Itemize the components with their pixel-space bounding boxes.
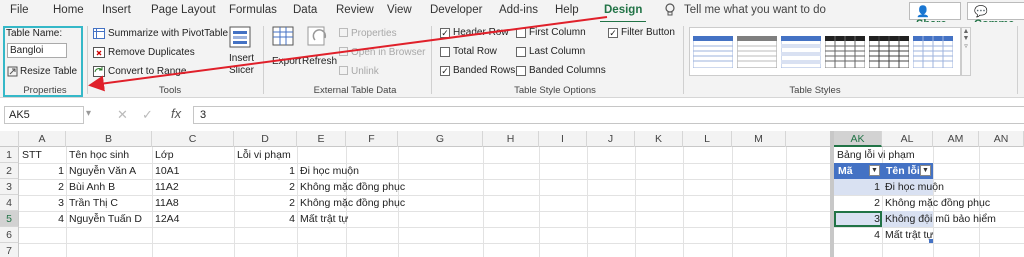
- cell-d2[interactable]: 1: [234, 163, 297, 179]
- select-all-corner[interactable]: [0, 131, 19, 147]
- cell-al3[interactable]: Đi học muộn: [883, 179, 946, 195]
- cell-e4[interactable]: Không mặc đồng phục: [298, 195, 407, 211]
- cell-d4[interactable]: 2: [234, 195, 297, 211]
- gridline: [786, 147, 787, 257]
- col-header-c[interactable]: C: [152, 131, 234, 147]
- cell-al5[interactable]: Không đội mũ bảo hiểm: [883, 211, 998, 227]
- cell-d3[interactable]: 2: [234, 179, 297, 195]
- col-header-l[interactable]: L: [683, 131, 732, 147]
- name-box[interactable]: AK5: [4, 106, 84, 124]
- cell-c1[interactable]: Lớp: [153, 147, 176, 163]
- worksheet-grid: A B C D E F G H I J K L M AK AL AM AN 1 …: [0, 131, 1024, 257]
- cell-ak4[interactable]: 2: [834, 195, 882, 211]
- row-header-3[interactable]: 3: [0, 179, 19, 195]
- cell-ak6[interactable]: 4: [834, 227, 882, 243]
- cell-a5[interactable]: 4: [19, 211, 66, 227]
- filter-dropdown-icon[interactable]: ▼: [920, 165, 931, 176]
- col-header-an[interactable]: AN: [979, 131, 1024, 147]
- gridline: [483, 147, 484, 257]
- cell-d5[interactable]: 4: [234, 211, 297, 227]
- gridline: [587, 147, 588, 257]
- cell-c3[interactable]: 11A2: [153, 179, 181, 195]
- excel-window: File Home Insert Page Layout Formulas Da…: [0, 0, 1024, 257]
- cell-a2[interactable]: 1: [19, 163, 66, 179]
- enter-icon[interactable]: ✓: [142, 107, 153, 123]
- col-header-al[interactable]: AL: [882, 131, 933, 147]
- cell-a3[interactable]: 2: [19, 179, 66, 195]
- gridline: [683, 147, 684, 257]
- col-header-k[interactable]: K: [635, 131, 683, 147]
- lookup-header-ma[interactable]: Mã ▼: [834, 163, 882, 179]
- cell-b5[interactable]: Nguyễn Tuấn D: [67, 211, 144, 227]
- col-header-a[interactable]: A: [19, 131, 66, 147]
- gridline: [635, 147, 636, 257]
- filter-dropdown-icon[interactable]: ▼: [869, 165, 880, 176]
- cell-b3[interactable]: Bùi Anh B: [67, 179, 117, 195]
- cell-c5[interactable]: 12A4: [153, 211, 182, 227]
- col-header-i[interactable]: I: [539, 131, 587, 147]
- cell-a1[interactable]: STT: [20, 147, 44, 163]
- cell-ak5[interactable]: 3: [834, 211, 882, 227]
- col-header-am[interactable]: AM: [933, 131, 979, 147]
- row-header-6[interactable]: 6: [0, 227, 19, 243]
- lookup-header-ma-label: Mã: [838, 165, 853, 177]
- row-header-7[interactable]: 7: [0, 243, 19, 257]
- row-header-1[interactable]: 1: [0, 147, 19, 163]
- cell-b2[interactable]: Nguyễn Văn A: [67, 163, 138, 179]
- row-header-4[interactable]: 4: [0, 195, 19, 211]
- cell-c2[interactable]: 10A1: [153, 163, 182, 179]
- row-header-2[interactable]: 2: [0, 163, 19, 179]
- cell-ak3[interactable]: 1: [834, 179, 882, 195]
- insert-function-icon[interactable]: fx: [171, 106, 181, 121]
- table-resize-handle[interactable]: [929, 239, 933, 243]
- gridline: [732, 147, 733, 257]
- name-box-dropdown-icon[interactable]: ▾: [86, 108, 91, 119]
- cell-b4[interactable]: Trần Thị C: [67, 195, 120, 211]
- col-header-e[interactable]: E: [297, 131, 346, 147]
- cell-b1[interactable]: Tên học sinh: [67, 147, 131, 163]
- formula-input[interactable]: 3: [193, 106, 1024, 124]
- gridline: [539, 147, 540, 257]
- col-header-d[interactable]: D: [234, 131, 297, 147]
- cell-a4[interactable]: 3: [19, 195, 66, 211]
- cell-al4[interactable]: Không mặc đồng phục: [883, 195, 992, 211]
- col-header-f[interactable]: F: [346, 131, 398, 147]
- col-header-ak[interactable]: AK: [834, 131, 882, 147]
- formula-controls: ✕ ✓ fx: [92, 106, 192, 124]
- cell-c4[interactable]: 11A8: [153, 195, 181, 211]
- lookup-header-ten-label: Tên lỗi: [886, 165, 920, 177]
- cancel-icon[interactable]: ✕: [117, 107, 128, 123]
- col-header-h[interactable]: H: [483, 131, 539, 147]
- col-header-g[interactable]: G: [398, 131, 483, 147]
- formula-bar: AK5 ▾ ✕ ✓ fx 3: [0, 101, 1024, 127]
- gridline: [19, 243, 1024, 244]
- col-header-j[interactable]: J: [587, 131, 635, 147]
- cell-e3[interactable]: Không mặc đồng phục: [298, 179, 407, 195]
- cell-e2[interactable]: Đi học muộn: [298, 163, 361, 179]
- cell-ak1[interactable]: Bảng lỗi vi phạm: [835, 147, 917, 163]
- col-header-m[interactable]: M: [732, 131, 786, 147]
- col-header-b[interactable]: B: [66, 131, 152, 147]
- lookup-header-ten[interactable]: Tên lỗi ▼: [882, 163, 933, 179]
- cell-al6[interactable]: Mất trật tự: [883, 227, 935, 243]
- row-header-5[interactable]: 5: [0, 211, 19, 227]
- cell-e5[interactable]: Mất trật tự: [298, 211, 350, 227]
- cell-d1[interactable]: Lỗi vi phạm: [235, 147, 293, 163]
